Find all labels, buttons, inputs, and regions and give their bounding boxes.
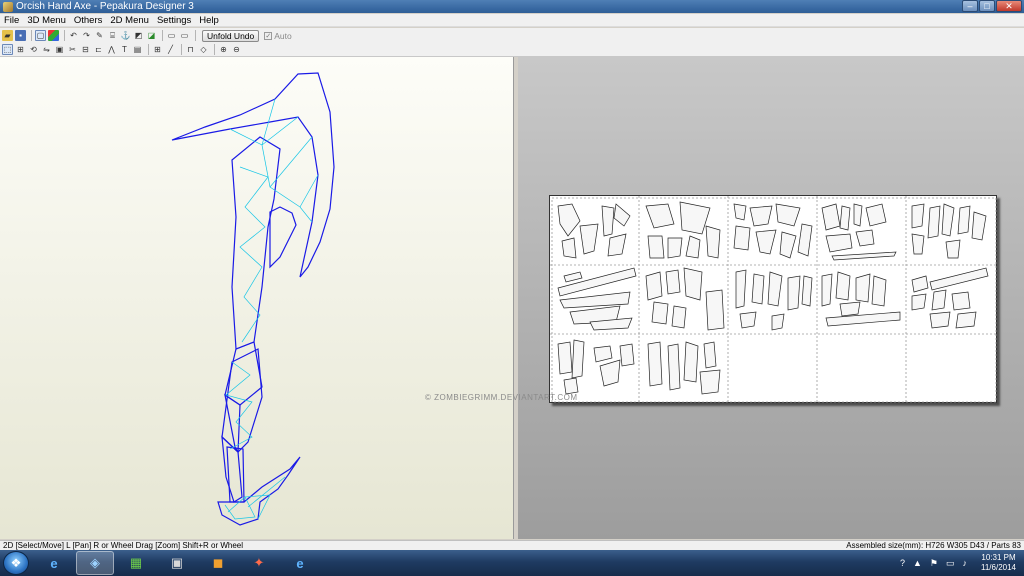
- minimize-button[interactable]: –: [962, 0, 978, 12]
- clock[interactable]: 10:31 PM 11/6/2014: [981, 553, 1016, 573]
- toolbar-separator: [214, 44, 215, 55]
- zoom-out-icon[interactable]: ⊖: [231, 44, 242, 55]
- clock-time: 10:31 PM: [981, 553, 1016, 562]
- pattern-grid: [550, 196, 998, 404]
- line-icon[interactable]: ╱: [165, 44, 176, 55]
- anchor-icon[interactable]: ⚓: [120, 30, 131, 41]
- select-icon[interactable]: ⬚: [2, 44, 13, 55]
- start-button[interactable]: ❖: [3, 551, 29, 575]
- toolbar-separator: [64, 30, 65, 41]
- auto-checkbox-label: Auto: [274, 30, 292, 41]
- clock-date: 11/6/2014: [981, 563, 1016, 572]
- flag-icon[interactable]: ⚑: [930, 558, 938, 569]
- pepakura-app-icon: [3, 1, 13, 12]
- window2-icon[interactable]: ▭: [179, 30, 190, 41]
- join-icon[interactable]: ⌸: [107, 30, 118, 41]
- pepakura-icon[interactable]: ◈: [76, 551, 114, 575]
- texture-icon[interactable]: [48, 30, 59, 41]
- status-hint: 2D [Select/Move] L [Pan] R or Wheel Drag…: [3, 541, 244, 550]
- deviantart-watermark: © ZOMBIEGRIMM.DEVIANTART.COM: [425, 393, 578, 402]
- toolbar-separator: [181, 44, 182, 55]
- rect-icon[interactable]: ▣: [54, 44, 65, 55]
- fold-icon[interactable]: ⋀: [106, 44, 117, 55]
- grid-icon[interactable]: ⊞: [152, 44, 163, 55]
- edit-toolbar: ⬚ ⊞ ⟲ ⇋ ▣ ✂ ⊟ ⊏ ⋀ T ▤ ⊞ ╱ ⊓ ◇ ⊕ ⊖: [0, 43, 1024, 57]
- main-toolbar: ▰ ▪ ▢ ↶ ↷ ✎ ⌸ ⚓ ◩ ◪ ▭ ▭ Unfold Undo ✓ Au…: [0, 28, 1024, 43]
- auto-checkbox-box[interactable]: ✓: [264, 31, 273, 40]
- view-icon[interactable]: ▢: [35, 30, 46, 41]
- window-icon[interactable]: ▭: [166, 30, 177, 41]
- face-icon[interactable]: ◩: [133, 30, 144, 41]
- help-icon[interactable]: ?: [900, 558, 905, 568]
- toolbar-separator: [31, 30, 32, 41]
- system-tray: ? ▲ ⚑ ▭ ♪ 10:31 PM 11/6/2014: [900, 550, 1016, 576]
- tab-icon[interactable]: ⊓: [185, 44, 196, 55]
- window-titlebar[interactable]: Orcish Hand Axe - Pepakura Designer 3 – …: [0, 0, 1024, 13]
- status-bar: 2D [Select/Move] L [Pan] R or Wheel Drag…: [0, 540, 1024, 550]
- save-icon[interactable]: ▪: [15, 30, 26, 41]
- menu-help[interactable]: Help: [195, 15, 223, 26]
- menu-2d[interactable]: 2D Menu: [106, 15, 153, 26]
- cut-icon[interactable]: ✂: [67, 44, 78, 55]
- windows-taskbar: ❖ e ◈ ▦ ▣ ◼ ✦ e ? ▲ ⚑ ▭ ♪ 10:31 PM 11/6/…: [0, 550, 1024, 576]
- menu-settings[interactable]: Settings: [153, 15, 195, 26]
- maximize-button[interactable]: □: [979, 0, 995, 12]
- image-icon[interactable]: ▤: [132, 44, 143, 55]
- unfold-undo-button[interactable]: Unfold Undo: [202, 29, 260, 42]
- computer-icon[interactable]: ▣: [158, 551, 196, 575]
- edge-tab-icon[interactable]: ⊏: [93, 44, 104, 55]
- shape-icon[interactable]: ◇: [198, 44, 209, 55]
- edge-icon[interactable]: ◪: [146, 30, 157, 41]
- internet-explorer-2-icon[interactable]: e: [281, 551, 319, 575]
- toolbar-separator: [162, 30, 163, 41]
- window-title: Orcish Hand Axe - Pepakura Designer 3: [16, 1, 194, 12]
- pepakura-viewer-icon[interactable]: ✦: [240, 551, 278, 575]
- files-icon[interactable]: ◼: [199, 551, 237, 575]
- rotate-icon[interactable]: ⟲: [28, 44, 39, 55]
- flip-icon[interactable]: ⇋: [41, 44, 52, 55]
- open-icon[interactable]: ▰: [2, 30, 13, 41]
- menu-others[interactable]: Others: [70, 15, 107, 26]
- zoom-in-icon[interactable]: ⊕: [218, 44, 229, 55]
- status-assembled-size: Assembled size(mm): H726 W305 D43 / Part…: [846, 541, 1021, 550]
- window-controls: – □ ✕: [961, 0, 1022, 12]
- internet-explorer-icon[interactable]: e: [35, 551, 73, 575]
- close-button[interactable]: ✕: [996, 0, 1022, 12]
- pattern-sheet[interactable]: [549, 195, 998, 404]
- volume-icon[interactable]: ♪: [963, 558, 968, 568]
- text-icon[interactable]: T: [119, 44, 130, 55]
- menu-bar: File 3D Menu Others 2D Menu Settings Hel…: [0, 14, 1024, 27]
- network-icon[interactable]: ▭: [946, 558, 955, 569]
- 3d-view-pane[interactable]: [0, 57, 514, 539]
- 2d-view-pane[interactable]: [518, 57, 1024, 539]
- rotate-right-icon[interactable]: ↷: [81, 30, 92, 41]
- toolbar-separator: [148, 44, 149, 55]
- rotate-left-icon[interactable]: ↶: [68, 30, 79, 41]
- pencil-icon[interactable]: ✎: [94, 30, 105, 41]
- toolbar-separator: [195, 30, 196, 41]
- show-hidden-icons-icon[interactable]: ▲: [913, 558, 922, 568]
- menu-file[interactable]: File: [0, 15, 23, 26]
- auto-checkbox[interactable]: ✓ Auto: [264, 31, 292, 41]
- move-icon[interactable]: ⊞: [15, 44, 26, 55]
- axe-3d-model[interactable]: [0, 57, 514, 539]
- minecraft-icon[interactable]: ▦: [117, 551, 155, 575]
- menu-3d[interactable]: 3D Menu: [23, 15, 70, 26]
- glue-icon[interactable]: ⊟: [80, 44, 91, 55]
